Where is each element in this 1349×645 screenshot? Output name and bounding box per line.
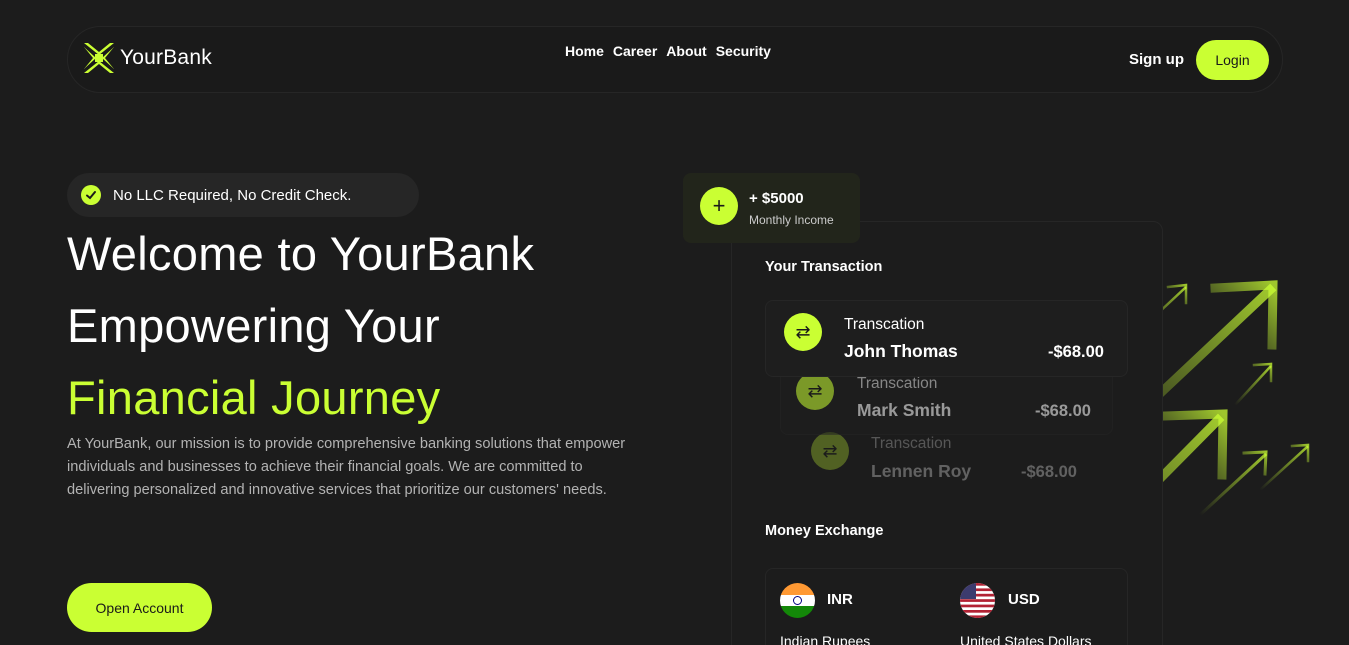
transfer-icon: ⇄ — [784, 313, 822, 351]
to-currency-code: USD — [1008, 591, 1040, 608]
income-amount: + $5000 — [749, 190, 804, 207]
transaction-label: Transcation — [844, 316, 925, 333]
transaction-label: Transcation — [871, 435, 952, 452]
transaction-label: Transcation — [857, 375, 938, 392]
check-icon — [81, 185, 101, 205]
navbar: YourBank Home Career About Security Sign… — [67, 26, 1283, 93]
hero-title-line2: Empowering Your — [67, 299, 440, 352]
hero-title-line1: Welcome to YourBank — [67, 227, 535, 280]
transaction-amount: -$68.00 — [1048, 343, 1104, 361]
open-account-button[interactable]: Open Account — [67, 583, 212, 632]
monthly-income-card: + + $5000 Monthly Income — [683, 173, 860, 243]
transaction-amount: -$68.00 — [1021, 463, 1077, 481]
nav-home[interactable]: Home — [565, 43, 604, 59]
transactions-title: Your Transaction — [765, 259, 883, 275]
transaction-amount: -$68.00 — [1035, 402, 1091, 420]
from-currency-code: INR — [827, 591, 853, 608]
hero-title-line3: Financial Journey — [67, 371, 441, 424]
login-button[interactable]: Login — [1196, 40, 1269, 80]
india-flag-icon — [780, 583, 815, 618]
transfer-icon: ⇄ — [796, 372, 834, 410]
transfer-icon: ⇄ — [811, 432, 849, 470]
nav-security[interactable]: Security — [716, 43, 771, 59]
signup-link[interactable]: Sign up — [1129, 51, 1184, 68]
us-flag-icon — [960, 583, 995, 618]
transaction-name: John Thomas — [844, 341, 958, 361]
transaction-card[interactable]: ⇄ Transcation John Thomas -$68.00 — [765, 300, 1128, 377]
brand-logo[interactable]: YourBank — [84, 43, 212, 73]
from-currency-name: Indian Rupees — [780, 633, 871, 645]
badge-text: No LLC Required, No Credit Check. — [113, 186, 352, 204]
no-credit-badge: No LLC Required, No Credit Check. — [67, 173, 419, 217]
transaction-name: Lennen Roy — [871, 461, 972, 481]
to-currency-name: United States Dollars — [960, 633, 1092, 645]
hero-description: At YourBank, our mission is to provide c… — [67, 436, 626, 498]
nav-career[interactable]: Career — [613, 43, 657, 59]
main-nav: Home Career About Security — [565, 43, 771, 59]
nav-about[interactable]: About — [666, 43, 706, 59]
money-exchange-card: INR Indian Rupees USD United States Doll… — [765, 568, 1128, 645]
brand-name: YourBank — [120, 46, 212, 69]
income-label: Monthly Income — [749, 213, 834, 227]
transaction-name: Mark Smith — [857, 400, 952, 420]
logo-icon — [84, 43, 114, 73]
plus-icon: + — [700, 187, 738, 225]
money-exchange-title: Money Exchange — [765, 523, 884, 539]
